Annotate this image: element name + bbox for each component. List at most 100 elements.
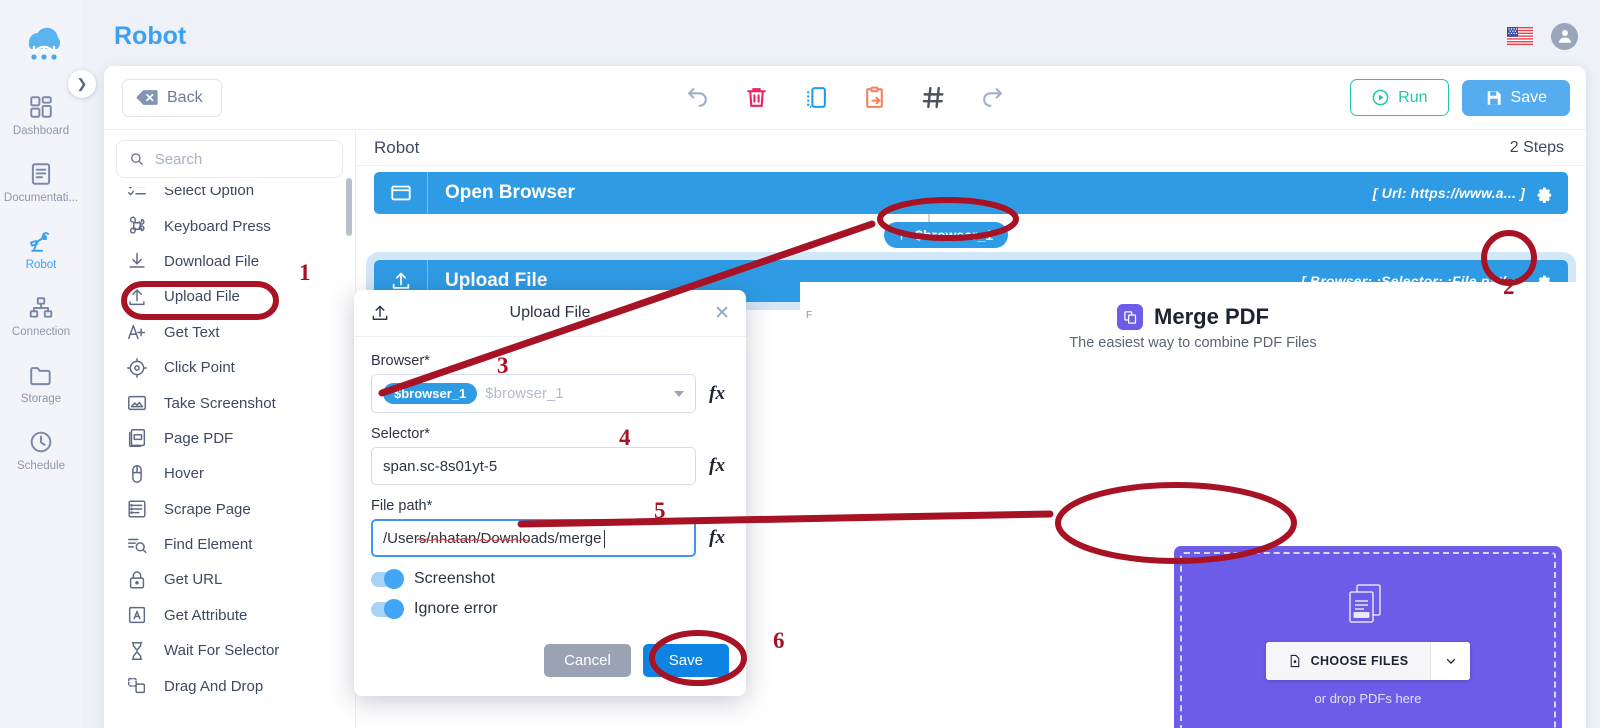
mouse-icon bbox=[126, 463, 148, 485]
action-item-download-file[interactable]: Download File bbox=[104, 244, 355, 279]
sitemap-icon bbox=[28, 295, 54, 321]
selector-field[interactable]: span.sc-8s01yt-5 bbox=[371, 447, 697, 485]
action-item-drag-and-drop[interactable]: Drag And Drop bbox=[104, 668, 355, 703]
step-open-browser[interactable]: Open Browser [ Url: https://www.a... ] bbox=[374, 172, 1568, 214]
action-item-label: Get URL bbox=[164, 571, 223, 589]
a-plus-icon bbox=[126, 321, 148, 343]
action-item-label: Get Text bbox=[164, 323, 220, 341]
search-box[interactable] bbox=[116, 140, 343, 178]
dashboard-grid-icon bbox=[28, 94, 54, 120]
redo-icon[interactable] bbox=[980, 85, 1005, 110]
sidebar-item-dashboard[interactable]: Dashboard bbox=[0, 94, 82, 137]
back-button-label: Back bbox=[167, 88, 203, 106]
sidebar-item-label: Schedule bbox=[17, 460, 65, 472]
action-item-select-option[interactable]: Select Option bbox=[104, 187, 355, 208]
pdf-dropzone[interactable]: CHOOSE FILES or drop PDFs here bbox=[1174, 546, 1562, 728]
step-open-browser-gear-icon[interactable] bbox=[1533, 183, 1554, 204]
action-item-take-screenshot[interactable]: Take Screenshot bbox=[104, 385, 355, 420]
screenshot-toggle-row: Screenshot bbox=[371, 569, 729, 589]
delete-icon[interactable] bbox=[744, 85, 769, 110]
left-nav-rail: Dashboard Documentati... Robot Connection St… bbox=[0, 0, 82, 728]
paste-icon[interactable] bbox=[862, 85, 887, 110]
action-item-get-attribute[interactable]: Get Attribute bbox=[104, 598, 355, 633]
user-avatar-icon[interactable] bbox=[1551, 22, 1578, 50]
undo-icon[interactable] bbox=[685, 85, 710, 110]
sidebar-item-schedule[interactable]: Schedule bbox=[0, 429, 82, 472]
action-item-page-pdf[interactable]: Page PDF bbox=[104, 421, 355, 456]
modal-title: Upload File bbox=[509, 304, 591, 321]
run-button[interactable]: Run bbox=[1350, 79, 1449, 116]
command-key-icon bbox=[126, 215, 148, 237]
cloud-network-icon bbox=[13, 16, 69, 72]
action-item-scrape-page[interactable]: Scrape Page bbox=[104, 492, 355, 527]
action-item-wait-for-selector[interactable]: Wait For Selector bbox=[104, 633, 355, 668]
action-item-label: Take Screenshot bbox=[164, 394, 276, 412]
duplicate-icon[interactable] bbox=[803, 85, 828, 110]
action-list-panel: Select Option Keyboard Press Download File… bbox=[104, 130, 356, 728]
selector-field-label: Selector* bbox=[371, 426, 430, 442]
modal-save-button[interactable]: Save bbox=[642, 644, 729, 677]
action-item-label: Scrape Page bbox=[164, 500, 251, 518]
browser-field-label: Browser* bbox=[371, 353, 430, 369]
action-item-get-url[interactable]: Get URL bbox=[104, 562, 355, 597]
sidebar-item-storage[interactable]: Storage bbox=[0, 362, 82, 405]
search-input[interactable] bbox=[154, 150, 330, 168]
flow-steps-count: 2 Steps bbox=[1509, 139, 1564, 156]
back-button[interactable]: Back bbox=[122, 78, 222, 117]
modal-cancel-button[interactable]: Cancel bbox=[544, 644, 631, 677]
action-item-click-point[interactable]: Click Point bbox=[104, 350, 355, 385]
action-item-label: Wait For Selector bbox=[164, 642, 280, 660]
search-icon bbox=[131, 153, 143, 165]
browser-field-placeholder: $browser_1 bbox=[485, 385, 564, 402]
hash-icon[interactable] bbox=[921, 85, 946, 110]
sidebar-item-connection[interactable]: Connection bbox=[0, 295, 82, 338]
lock-icon bbox=[126, 569, 148, 591]
action-list-scrollbar[interactable] bbox=[346, 178, 352, 236]
step-upload-file-label: Upload File bbox=[445, 270, 548, 291]
drag-drop-icon bbox=[126, 675, 148, 697]
upload-icon bbox=[370, 303, 390, 323]
sidebar-item-robot[interactable]: Robot bbox=[0, 228, 82, 271]
file-path-field[interactable]: /Users/nhatan/Downloads/merge bbox=[371, 519, 697, 557]
file-path-field-label: File path* bbox=[371, 498, 433, 514]
screenshot-toggle[interactable] bbox=[371, 569, 404, 589]
us-flag-icon[interactable] bbox=[1507, 27, 1533, 45]
save-button-top[interactable]: Save bbox=[1461, 79, 1570, 116]
action-item-get-text[interactable]: Get Text bbox=[104, 315, 355, 350]
chevron-right-icon[interactable]: ❯ bbox=[68, 70, 96, 98]
action-item-find-element[interactable]: Find Element bbox=[104, 527, 355, 562]
floppy-disk-icon bbox=[1487, 90, 1501, 105]
action-item-label: Page PDF bbox=[164, 429, 234, 447]
find-icon bbox=[126, 534, 148, 556]
editor-toolbar: Back Run Save bbox=[104, 66, 1586, 130]
upload-file-modal: Upload File ✕ Browser* $browser_1 $brows… bbox=[354, 290, 746, 696]
browser-field[interactable]: $browser_1 $browser_1 bbox=[371, 374, 697, 413]
sidebar-item-label: Dashboard bbox=[12, 125, 70, 137]
document-icon bbox=[28, 161, 54, 187]
action-item-upload-file[interactable]: Upload File bbox=[104, 279, 355, 314]
action-item-label: Drag And Drop bbox=[164, 677, 264, 695]
action-item-keyboard-press[interactable]: Keyboard Press bbox=[104, 208, 355, 243]
browser-field-tag[interactable]: $browser_1 bbox=[383, 383, 478, 404]
app-header: Robot bbox=[82, 0, 1600, 72]
chevron-down-icon[interactable] bbox=[674, 390, 685, 397]
backspace-icon bbox=[136, 90, 158, 105]
selector-field-fx-button[interactable]: fx bbox=[705, 455, 729, 477]
browser-field-fx-button[interactable]: fx bbox=[705, 383, 729, 405]
ignore-error-toggle[interactable] bbox=[371, 599, 404, 619]
save-button-top-label: Save bbox=[1510, 88, 1547, 106]
list-box-icon bbox=[126, 498, 148, 520]
action-item-label: Click Point bbox=[164, 359, 235, 377]
target-icon bbox=[126, 357, 148, 379]
sidebar-item-documentati[interactable]: Documentati... bbox=[0, 161, 82, 204]
variable-chip-browser-1[interactable]: $browser_1 bbox=[884, 222, 1008, 248]
image-icon bbox=[126, 392, 148, 414]
preview-title: Merge PDF bbox=[1154, 304, 1269, 329]
action-item-label: Find Element bbox=[164, 536, 253, 554]
selector-field-value: span.sc-8s01yt-5 bbox=[383, 457, 498, 475]
action-item-hover[interactable]: Hover bbox=[104, 456, 355, 491]
file-path-field-fx-button[interactable]: fx bbox=[705, 527, 729, 549]
close-icon[interactable]: ✕ bbox=[714, 304, 730, 323]
dropzone-dashed-border bbox=[1180, 552, 1556, 728]
browser-window-icon bbox=[374, 172, 428, 214]
